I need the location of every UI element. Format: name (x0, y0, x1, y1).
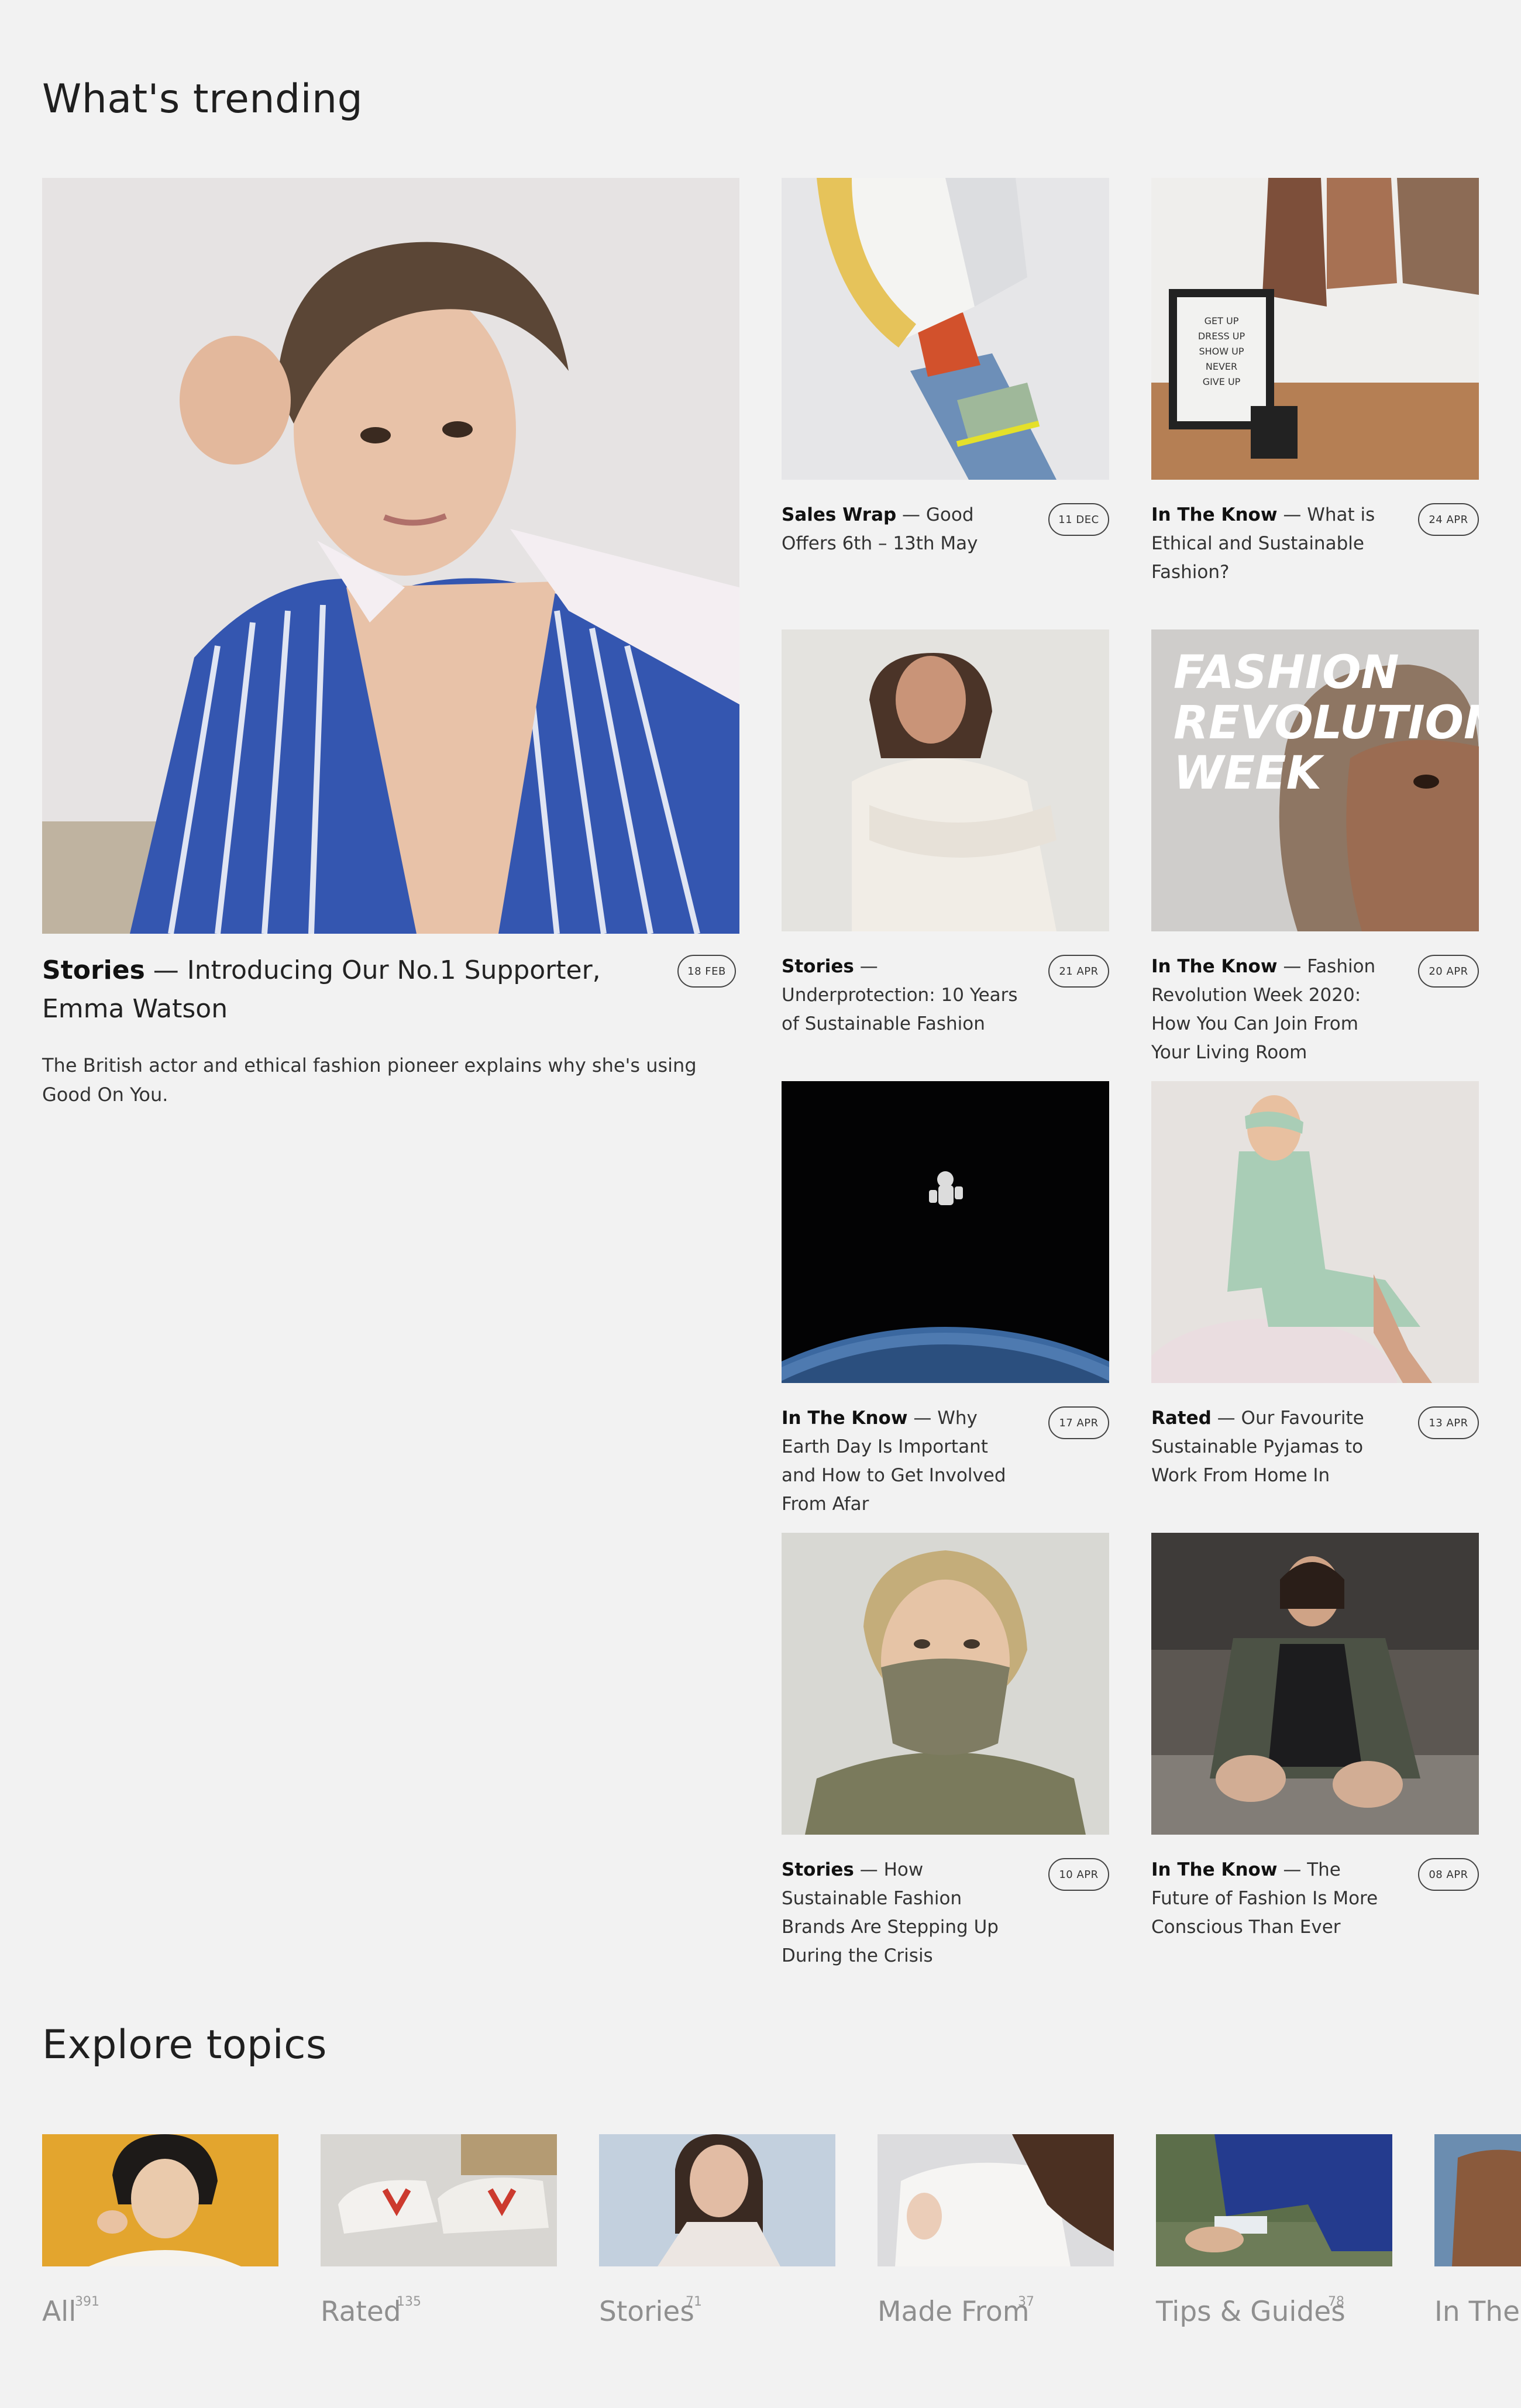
card-caption[interactable]: In The Know — Fashion Revolution Week 20… (1151, 952, 1391, 1067)
card-caption[interactable]: Stories — Underprotection: 10 Years of S… (782, 952, 1021, 1038)
topic-label-tips-guides[interactable]: Tips & Guides (1156, 2296, 1346, 2328)
feature-category: Stories (42, 955, 145, 985)
topic-label-made-from[interactable]: Made From (878, 2296, 1030, 2328)
card-image-sales-wrap[interactable] (782, 178, 1109, 480)
card-caption[interactable]: In The Know — The Future of Fashion Is M… (1151, 1856, 1391, 1942)
feature-date-badge: 18 FEB (677, 955, 736, 988)
card-caption[interactable]: In The Know — What is Ethical and Sustai… (1151, 501, 1391, 587)
topic-label-all[interactable]: All (42, 2296, 76, 2328)
topic-image-tips-guides[interactable] (1156, 2134, 1392, 2266)
topic-image-in-the-know[interactable] (1434, 2134, 1521, 2266)
topic-image-rated[interactable] (321, 2134, 557, 2266)
feature-image[interactable] (42, 178, 739, 934)
card-date-badge: 08 APR (1418, 1858, 1479, 1891)
card-date-badge: 10 APR (1048, 1858, 1109, 1891)
topic-count-made-from: 37 (1018, 2295, 1034, 2309)
image-text-fashion: FASHION (1174, 646, 1399, 699)
topic-label-rated[interactable]: Rated (321, 2296, 401, 2328)
topic-count-stories: 71 (686, 2295, 702, 2309)
card-date-badge: 13 APR (1418, 1406, 1479, 1439)
card-date-badge: 17 APR (1048, 1406, 1109, 1439)
sign-line-5: GIVE UP (1203, 376, 1241, 387)
card-date-badge: 21 APR (1048, 955, 1109, 988)
card-category: In The Know (1151, 504, 1278, 525)
card-category: Stories (782, 956, 854, 977)
topic-image-made-from[interactable] (878, 2134, 1114, 2266)
card-category: In The Know (782, 1408, 908, 1429)
topic-label-in-the-know[interactable]: In The (1434, 2296, 1520, 2328)
card-category: Sales Wrap (782, 504, 897, 525)
card-image-pyjamas[interactable] (1151, 1081, 1479, 1383)
card-image-future-fashion[interactable] (1151, 1533, 1479, 1835)
card-caption[interactable]: In The Know — Why Earth Day Is Important… (782, 1404, 1021, 1519)
card-caption[interactable]: Rated — Our Favourite Sustainable Pyjama… (1151, 1404, 1391, 1490)
section-title-trending: What's trending (42, 76, 363, 122)
card-image-earth-day[interactable] (782, 1081, 1109, 1383)
topic-image-all[interactable] (42, 2134, 278, 2266)
card-image-fashion-revolution[interactable]: FASHION REVOLUTION WEEK (1151, 629, 1479, 931)
section-title-explore: Explore topics (42, 2022, 327, 2068)
feature-caption[interactable]: Stories — Introducing Our No.1 Supporter… (42, 951, 627, 1028)
topic-count-all: 391 (75, 2295, 99, 2309)
card-category: Stories (782, 1859, 854, 1880)
card-category: In The Know (1151, 1859, 1278, 1880)
card-date-badge: 11 DEC (1048, 503, 1109, 536)
card-image-ethical-fashion[interactable]: GET UP DRESS UP SHOW UP NEVER GIVE UP (1151, 178, 1479, 480)
sign-line-2: DRESS UP (1198, 331, 1245, 342)
card-category: In The Know (1151, 956, 1278, 977)
topic-image-stories[interactable] (599, 2134, 835, 2266)
card-title: Underprotection: 10 Years of Sustainable… (782, 985, 1018, 1034)
card-caption[interactable]: Stories — How Sustainable Fashion Brands… (782, 1856, 1021, 1970)
topic-count-tips-guides: 78 (1328, 2295, 1344, 2309)
topic-count-rated: 135 (397, 2295, 421, 2309)
topic-label-stories[interactable]: Stories (599, 2296, 694, 2328)
sign-line-3: SHOW UP (1199, 346, 1244, 357)
image-text-week: WEEK (1174, 747, 1325, 800)
card-caption[interactable]: Sales Wrap — Good Offers 6th – 13th May (782, 501, 1021, 558)
card-image-sustainable-brands[interactable] (782, 1533, 1109, 1835)
card-category: Rated (1151, 1408, 1212, 1429)
feature-separator: — (144, 955, 187, 985)
card-image-underprotection[interactable] (782, 629, 1109, 931)
card-date-badge: 24 APR (1418, 503, 1479, 536)
image-text-revolution: REVOLUTION (1174, 697, 1479, 749)
sign-line-4: NEVER (1206, 361, 1237, 372)
sign-line-1: GET UP (1205, 315, 1239, 326)
feature-description: The British actor and ethical fashion pi… (42, 1054, 697, 1106)
card-date-badge: 20 APR (1418, 955, 1479, 988)
